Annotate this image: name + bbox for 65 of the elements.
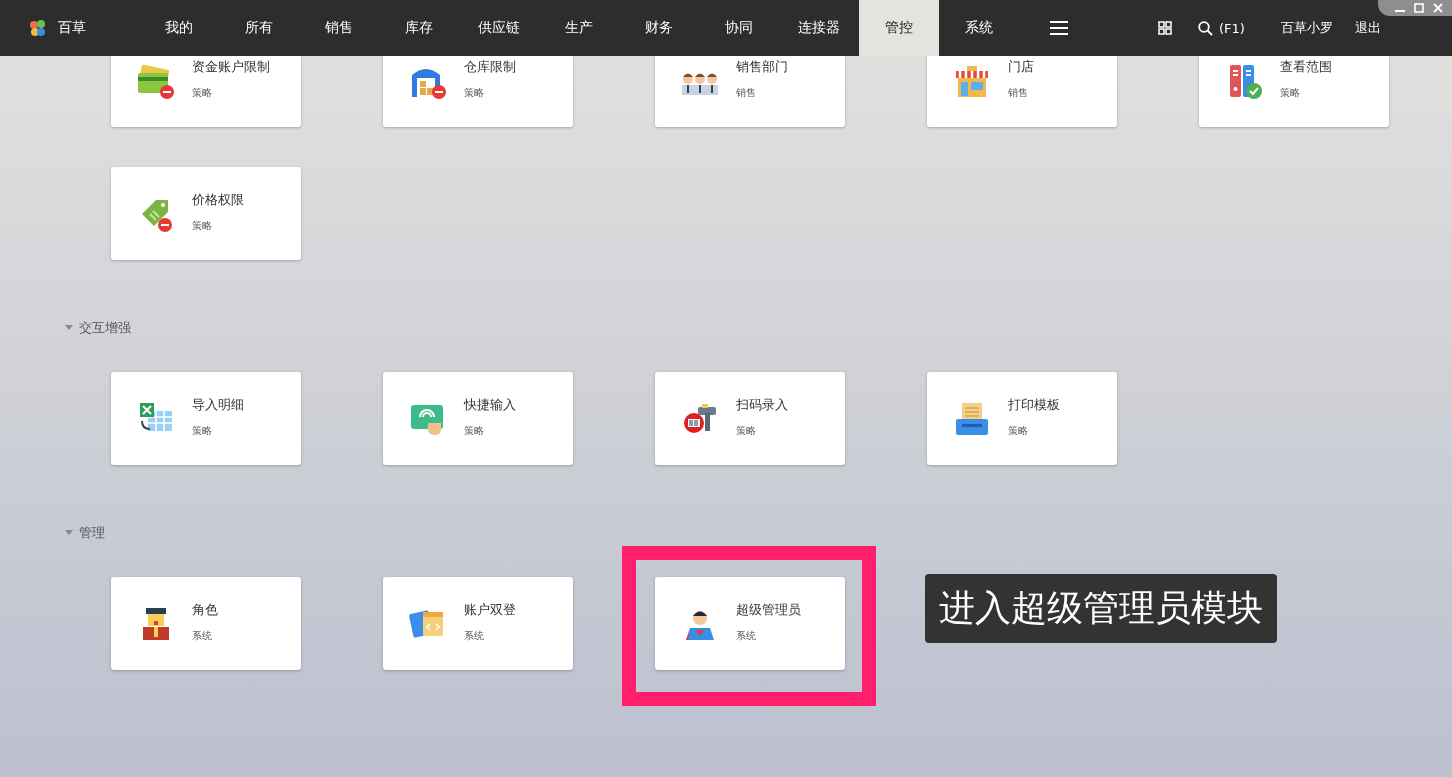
- card-title: 资金账户限制: [192, 57, 270, 76]
- module-card[interactable]: 账户双登 系统: [383, 577, 573, 670]
- card-title: 导入明细: [192, 395, 244, 414]
- module-card[interactable]: 销售部门 销售: [655, 56, 845, 127]
- module-card[interactable]: 打印模板 策略: [927, 372, 1117, 465]
- nav-tab[interactable]: 管控: [859, 0, 939, 56]
- card-category: 策略: [192, 423, 213, 438]
- module-card[interactable]: 导入明细 策略: [111, 372, 301, 465]
- card-category: 策略: [464, 85, 485, 100]
- card-category: 系统: [192, 628, 213, 643]
- card-category: 策略: [464, 423, 485, 438]
- module-card[interactable]: 快捷输入 策略: [383, 372, 573, 465]
- card-title: 账户双登: [464, 600, 516, 619]
- module-card[interactable]: 角色 系统: [111, 577, 301, 670]
- card-category: 策略: [1008, 423, 1029, 438]
- nav-tab[interactable]: 所有: [219, 0, 299, 56]
- app-name: 百草: [58, 19, 86, 37]
- nav-tab[interactable]: 财务: [619, 0, 699, 56]
- caret-icon: [65, 325, 73, 331]
- card-category: 销售: [1008, 85, 1029, 100]
- card-title: 角色: [192, 600, 218, 619]
- card-title: 快捷输入: [464, 395, 516, 414]
- menu-icon[interactable]: [1050, 21, 1068, 35]
- module-card[interactable]: 超级管理员 系统: [655, 577, 845, 670]
- nav-tab[interactable]: 我的: [139, 0, 219, 56]
- card-title: 仓库限制: [464, 57, 516, 76]
- module-card[interactable]: 资金账户限制 策略: [111, 56, 301, 127]
- card-category: 销售: [736, 85, 757, 100]
- card-title: 销售部门: [736, 57, 788, 76]
- card-title: 门店: [1008, 57, 1034, 76]
- module-card[interactable]: 门店 销售: [927, 56, 1117, 127]
- logo-icon: [28, 18, 48, 38]
- nav-tab[interactable]: 销售: [299, 0, 379, 56]
- nav-tab[interactable]: 协同: [699, 0, 779, 56]
- nav-tab[interactable]: 库存: [379, 0, 459, 56]
- card-title: 扫码录入: [736, 395, 788, 414]
- module-card[interactable]: 仓库限制 策略: [383, 56, 573, 127]
- nav-tab[interactable]: 系统: [939, 0, 1019, 56]
- card-category: 系统: [736, 628, 757, 643]
- callout-caption: 进入超级管理员模块: [925, 574, 1277, 643]
- card-category: 策略: [192, 218, 213, 233]
- card-category: 策略: [1280, 85, 1301, 100]
- search-icon: [1198, 20, 1213, 36]
- caret-icon: [65, 530, 73, 536]
- nav-tab[interactable]: 生产: [539, 0, 619, 56]
- card-category: 策略: [192, 85, 213, 100]
- close-icon[interactable]: [1433, 3, 1443, 13]
- card-title: 超级管理员: [736, 600, 801, 619]
- module-card[interactable]: 扫码录入 策略: [655, 372, 845, 465]
- maximize-icon[interactable]: [1414, 3, 1424, 13]
- logout-button[interactable]: 退出: [1350, 19, 1385, 37]
- section-header[interactable]: 交互增强: [65, 318, 131, 338]
- module-card[interactable]: 价格权限 策略: [111, 167, 301, 260]
- section-header[interactable]: 管理: [65, 523, 105, 543]
- card-title: 查看范围: [1280, 57, 1332, 76]
- module-card[interactable]: 查看范围 策略: [1199, 56, 1389, 127]
- card-category: 系统: [464, 628, 485, 643]
- nav-tab[interactable]: 连接器: [779, 0, 859, 56]
- search-button[interactable]: (F1): [1192, 19, 1251, 37]
- card-category: 策略: [736, 423, 757, 438]
- grid-icon[interactable]: [1158, 21, 1172, 35]
- card-title: 打印模板: [1008, 395, 1060, 414]
- user-name[interactable]: 百草小罗: [1276, 19, 1337, 37]
- card-title: 价格权限: [192, 190, 244, 209]
- nav-tab[interactable]: 供应链: [459, 0, 539, 56]
